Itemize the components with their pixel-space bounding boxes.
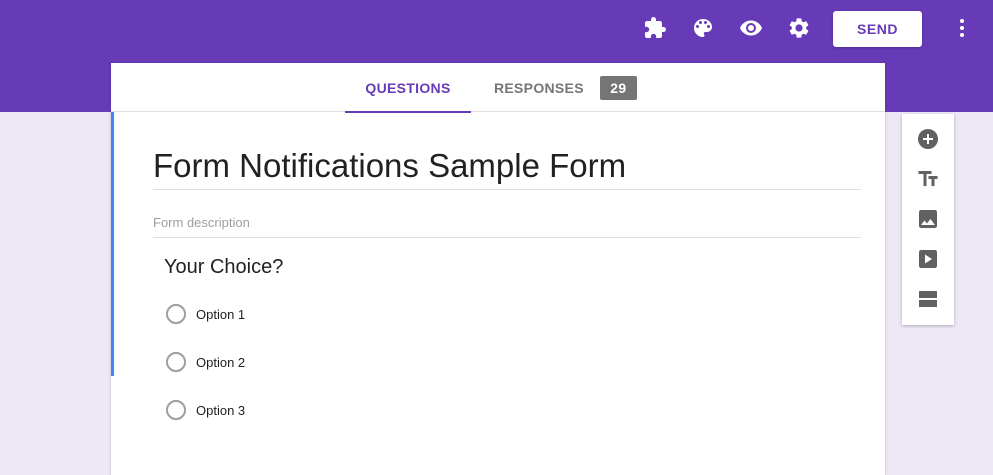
settings-gear-icon[interactable] (785, 14, 813, 42)
palette-icon[interactable] (689, 14, 717, 42)
form-title[interactable]: Form Notifications Sample Form (153, 147, 626, 185)
side-toolbar (902, 114, 954, 325)
add-section-icon[interactable] (914, 285, 942, 313)
send-button[interactable]: SEND (833, 11, 922, 47)
option-label: Option 1 (196, 306, 246, 322)
form-card: QUESTIONS RESPONSES 29 Form Notification… (111, 63, 885, 475)
tab-questions[interactable]: QUESTIONS (345, 63, 471, 113)
question-title[interactable]: Your Choice? (164, 256, 283, 279)
add-question-icon[interactable] (914, 125, 942, 153)
responses-count-badge: 29 (599, 75, 637, 100)
preview-eye-icon[interactable] (737, 14, 765, 42)
more-vert-icon[interactable] (948, 14, 976, 42)
form-description-field[interactable]: Form description (153, 215, 250, 230)
active-section-indicator (111, 112, 114, 376)
option-label: Option 3 (196, 402, 246, 418)
tab-bar: QUESTIONS RESPONSES 29 (111, 63, 885, 113)
radio-button[interactable] (166, 304, 186, 324)
addons-icon[interactable] (641, 14, 669, 42)
title-underline (153, 189, 861, 190)
description-underline (153, 237, 861, 238)
radio-option[interactable]: Option 3 (166, 399, 245, 421)
radio-option[interactable]: Option 2 (166, 351, 245, 373)
radio-button[interactable] (166, 352, 186, 372)
option-label: Option 2 (196, 354, 246, 370)
radio-button[interactable] (166, 400, 186, 420)
radio-option[interactable]: Option 1 (166, 303, 245, 325)
add-image-icon[interactable] (914, 205, 942, 233)
tab-responses[interactable]: RESPONSES 29 (494, 63, 637, 112)
tab-responses-label: RESPONSES (494, 79, 584, 96)
add-title-icon[interactable] (914, 165, 942, 193)
tab-questions-label: QUESTIONS (365, 79, 451, 96)
add-video-icon[interactable] (914, 245, 942, 273)
